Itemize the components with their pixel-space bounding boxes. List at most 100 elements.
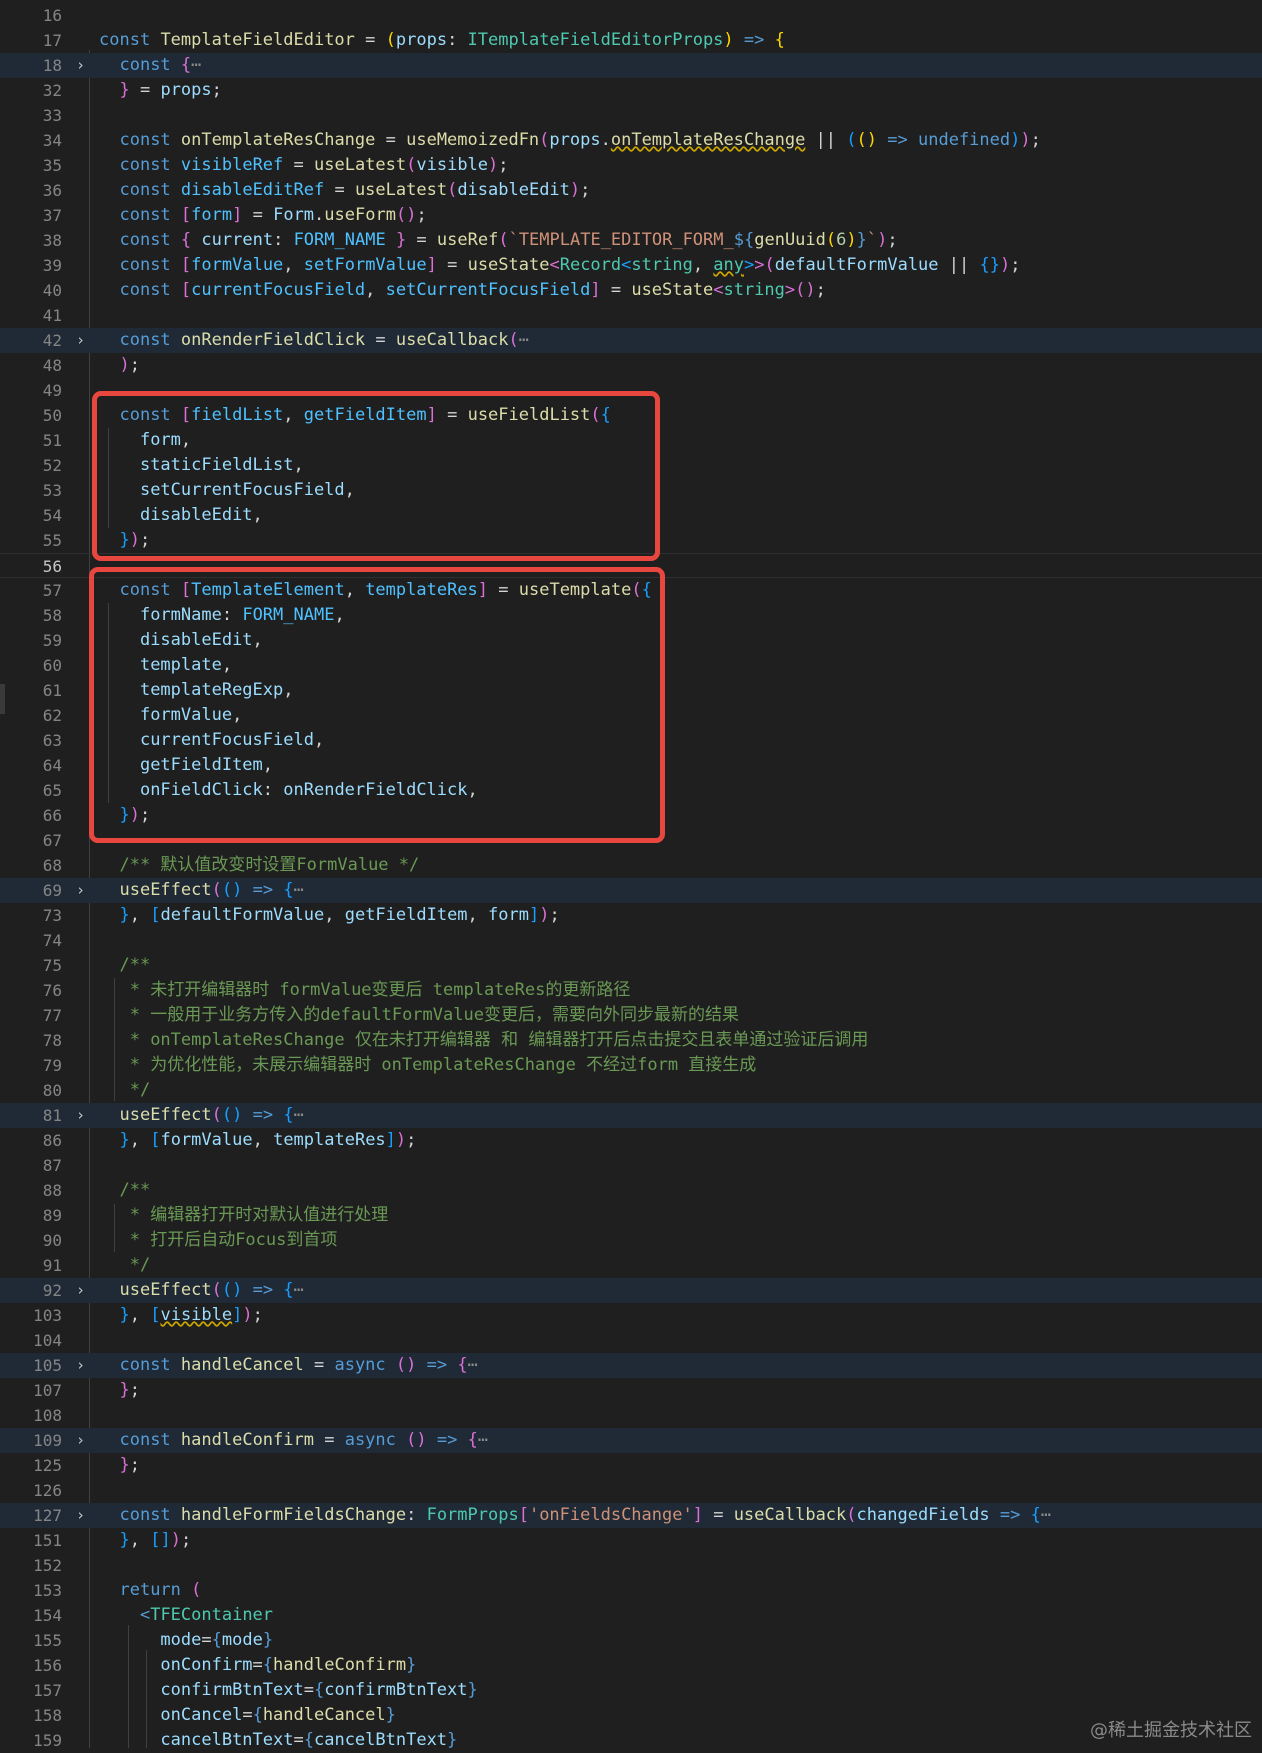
code-token: > bbox=[754, 255, 765, 275]
code-line[interactable]: 90 * 打开后自动Focus到首项 bbox=[0, 1228, 1262, 1253]
line-number: 35 bbox=[42, 156, 62, 175]
line-number: 54 bbox=[42, 506, 62, 525]
folded-ellipsis-icon[interactable]: ⋯ bbox=[191, 55, 201, 75]
code-line[interactable]: 78 * onTemplateResChange 仅在未打开编辑器 和 编辑器打… bbox=[0, 1028, 1262, 1053]
code-line[interactable]: 81 › useEffect(() => {⋯ bbox=[0, 1103, 1262, 1128]
code-token: ITemplateFieldEditorProps bbox=[467, 30, 724, 50]
code-line[interactable]: 152 bbox=[0, 1553, 1262, 1578]
code-line[interactable]: 75 /** bbox=[0, 953, 1262, 978]
chevron-right-icon[interactable]: › bbox=[76, 1428, 90, 1453]
code-token: = bbox=[702, 1505, 734, 1525]
code-line[interactable]: 16 bbox=[0, 3, 1262, 28]
chevron-right-icon[interactable]: › bbox=[76, 878, 90, 903]
code-line[interactable]: 126 bbox=[0, 1478, 1262, 1503]
code-line[interactable]: 103 }, [visible]); bbox=[0, 1303, 1262, 1328]
line-number: 64 bbox=[42, 756, 62, 775]
code-token: async bbox=[334, 1355, 386, 1375]
folded-ellipsis-icon[interactable]: ⋯ bbox=[468, 1355, 478, 1375]
code-line[interactable]: 73 }, [defaultFormValue, getFieldItem, f… bbox=[0, 903, 1262, 928]
code-line[interactable]: 39 const [formValue, setFormValue] = use… bbox=[0, 253, 1262, 278]
code-line[interactable]: 80 */ bbox=[0, 1078, 1262, 1103]
code-line[interactable]: 69 › useEffect(() => {⋯ bbox=[0, 878, 1262, 903]
code-text: return ( bbox=[99, 1578, 1262, 1603]
code-line[interactable]: 32 } = props; bbox=[0, 78, 1262, 103]
code-line[interactable]: 157 confirmBtnText={confirmBtnText} bbox=[0, 1678, 1262, 1703]
folded-ellipsis-icon[interactable]: ⋯ bbox=[478, 1430, 488, 1450]
code-line[interactable]: 156 onConfirm={handleConfirm} bbox=[0, 1653, 1262, 1678]
code-line[interactable]: 125 }; bbox=[0, 1453, 1262, 1478]
code-line[interactable]: 76 * 未打开编辑器时 formValue变更后 templateRes的更新… bbox=[0, 978, 1262, 1003]
code-line[interactable]: 37 const [form] = Form.useForm(); bbox=[0, 203, 1262, 228]
code-line[interactable]: 77 * 一般用于业务方传入的defaultFormValue变更后，需要向外同… bbox=[0, 1003, 1262, 1028]
chevron-right-icon[interactable]: › bbox=[76, 328, 90, 353]
code-line[interactable]: 88 /** bbox=[0, 1178, 1262, 1203]
code-line[interactable]: 154 <TFEContainer bbox=[0, 1603, 1262, 1628]
code-token: , bbox=[365, 280, 386, 300]
chevron-right-icon[interactable]: › bbox=[76, 1503, 90, 1528]
code-text: * 编辑器打开时对默认值进行处理 bbox=[99, 1203, 1262, 1228]
code-line[interactable]: 48 ); bbox=[0, 353, 1262, 378]
code-line[interactable]: 87 bbox=[0, 1153, 1262, 1178]
code-line[interactable]: 89 * 编辑器打开时对默认值进行处理 bbox=[0, 1203, 1262, 1228]
code-line[interactable]: 108 bbox=[0, 1403, 1262, 1428]
code-line[interactable]: 42 › const onRenderFieldClick = useCallba… bbox=[0, 328, 1262, 353]
code-token: props bbox=[160, 80, 212, 100]
code-line[interactable]: 107 }; bbox=[0, 1378, 1262, 1403]
folded-ellipsis-icon[interactable]: ⋯ bbox=[294, 880, 304, 900]
code-text: * 未打开编辑器时 formValue变更后 templateRes的更新路径 bbox=[99, 978, 1262, 1003]
code-line[interactable]: 92 › useEffect(() => {⋯ bbox=[0, 1278, 1262, 1303]
code-token: , bbox=[129, 1530, 151, 1550]
chevron-right-icon[interactable]: › bbox=[76, 1278, 90, 1303]
code-token: formValue bbox=[160, 1130, 253, 1150]
folded-ellipsis-icon[interactable]: ⋯ bbox=[1041, 1505, 1051, 1525]
code-line[interactable]: 155 mode={mode} bbox=[0, 1628, 1262, 1653]
folded-ellipsis-icon[interactable]: ⋯ bbox=[294, 1280, 304, 1300]
code-line[interactable]: 33 bbox=[0, 103, 1262, 128]
code-line[interactable]: 40 const [currentFocusField, setCurrentF… bbox=[0, 278, 1262, 303]
code-line[interactable]: 159 cancelBtnText={cancelBtnText} bbox=[0, 1728, 1262, 1753]
code-line[interactable]: 38 const { current: FORM_NAME } = useRef… bbox=[0, 228, 1262, 253]
code-line[interactable]: 17 const TemplateFieldEditor = (props: IT… bbox=[0, 28, 1262, 53]
chevron-right-icon[interactable]: › bbox=[76, 1103, 90, 1128]
code-editor[interactable]: 16 17 const TemplateFieldEditor = (props: … bbox=[0, 0, 1262, 1750]
code-line[interactable]: 151 }, []); bbox=[0, 1528, 1262, 1553]
code-token: = bbox=[436, 255, 468, 275]
code-line[interactable]: 74 bbox=[0, 928, 1262, 953]
code-token: const bbox=[119, 255, 171, 275]
line-number: 109 bbox=[33, 1431, 62, 1450]
chevron-right-icon[interactable]: › bbox=[76, 53, 90, 78]
code-line[interactable]: 79 * 为优化性能，未展示编辑器时 onTemplateResChange 不… bbox=[0, 1053, 1262, 1078]
code-token: ; bbox=[129, 1380, 140, 1400]
code-line[interactable]: 105 › const handleCancel = async () => {⋯ bbox=[0, 1353, 1262, 1378]
code-line[interactable]: 18 › const {⋯ bbox=[0, 53, 1262, 78]
code-token: { bbox=[283, 1105, 294, 1125]
code-token: = bbox=[252, 1655, 263, 1675]
code-text: */ bbox=[99, 1078, 1262, 1103]
code-line[interactable]: 109 › const handleConfirm = async () => {… bbox=[0, 1428, 1262, 1453]
code-line[interactable]: 41 bbox=[0, 303, 1262, 328]
folded-ellipsis-icon[interactable]: ⋯ bbox=[294, 1105, 304, 1125]
code-token: onTemplateResChange bbox=[610, 130, 806, 150]
folded-ellipsis-icon[interactable]: ⋯ bbox=[519, 330, 529, 350]
code-text: } = props; bbox=[99, 78, 1262, 103]
line-number: 65 bbox=[42, 781, 62, 800]
code-token: } bbox=[119, 1530, 130, 1550]
code-line[interactable]: 35 const visibleRef = useLatest(visible)… bbox=[0, 153, 1262, 178]
code-line[interactable]: 104 bbox=[0, 1328, 1262, 1353]
code-line[interactable]: 86 }, [formValue, templateRes]); bbox=[0, 1128, 1262, 1153]
code-token: } bbox=[119, 1305, 130, 1325]
code-text: const handleCancel = async () => {⋯ bbox=[99, 1353, 1262, 1378]
chevron-right-icon[interactable]: › bbox=[76, 1353, 90, 1378]
code-line[interactable]: 153 return ( bbox=[0, 1578, 1262, 1603]
code-line[interactable]: 36 const disableEditRef = useLatest(disa… bbox=[0, 178, 1262, 203]
code-line[interactable]: 91 */ bbox=[0, 1253, 1262, 1278]
code-line[interactable]: 127 › const handleFormFieldsChange: FormP… bbox=[0, 1503, 1262, 1528]
code-line[interactable]: 34 const onTemplateResChange = useMemoiz… bbox=[0, 128, 1262, 153]
code-line[interactable]: 158 onCancel={handleCancel} bbox=[0, 1703, 1262, 1728]
code-line[interactable]: 68 /** 默认值改变时设置FormValue */ bbox=[0, 853, 1262, 878]
